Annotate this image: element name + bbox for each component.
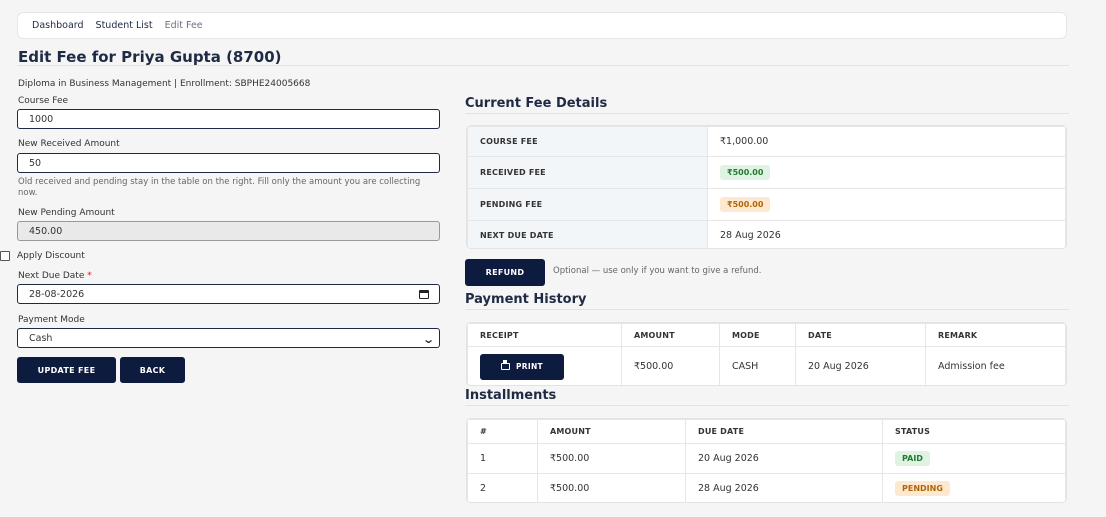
new-received-value: 50 (29, 157, 42, 169)
column-header: MODE (719, 323, 796, 347)
installment-status: PAID (882, 443, 1066, 474)
fee-details-divider (465, 113, 1069, 114)
breadcrumb-edit-fee: Edit Fee (164, 20, 203, 31)
chevron-down-icon: ⌄ (421, 333, 435, 346)
refund-button[interactable]: REFUND (465, 259, 545, 286)
print-button[interactable]: PRINT (480, 353, 564, 380)
fee-label: RECEIVED FEE (467, 156, 708, 189)
payment-mode-value: Cash (29, 332, 53, 344)
new-pending-label: New Pending Amount (18, 208, 115, 218)
breadcrumb-student-list[interactable]: Student List (96, 20, 153, 31)
column-header: RECEIPT (467, 323, 622, 347)
fee-row-course: COURSE FEE ₹1,000.00 (467, 126, 1066, 157)
payment-mode-select[interactable]: Cash ⌄ (17, 328, 440, 348)
apply-discount-row[interactable]: Apply Discount (0, 251, 85, 261)
payment-history-divider (465, 309, 1069, 310)
new-received-hint: Old received and pending stay in the tab… (18, 177, 421, 198)
fee-row-pending: PENDING FEE ₹500.00 (467, 188, 1066, 221)
status-badge: PAID (895, 451, 930, 466)
refund-note: Optional — use only if you want to give … (553, 266, 762, 276)
table-row: 2 ₹500.00 28 Aug 2026 PENDING (467, 473, 1066, 502)
course-fee-label: Course Fee (18, 96, 69, 106)
installment-number: 1 (467, 443, 538, 474)
enrollment-meta: Diploma in Business Management | Enrollm… (18, 79, 311, 89)
installment-due: 20 Aug 2026 (685, 443, 883, 474)
installment-number: 2 (467, 473, 538, 502)
pending-badge: ₹500.00 (720, 197, 771, 212)
apply-discount-checkbox[interactable] (0, 251, 10, 261)
fee-row-due: NEXT DUE DATE 28 Aug 2026 (467, 220, 1066, 248)
column-header: DATE (795, 323, 926, 347)
table-row: 1 ₹500.00 20 Aug 2026 PAID (467, 443, 1066, 474)
payment-header-row: RECEIPT AMOUNT MODE DATE REMARK (467, 323, 1066, 347)
column-header: REMARK (925, 323, 1066, 347)
payment-history-title: Payment History (465, 292, 587, 307)
fee-label: COURSE FEE (467, 126, 708, 157)
print-label: PRINT (516, 362, 543, 371)
installment-due: 28 Aug 2026 (685, 473, 883, 502)
fee-details-title: Current Fee Details (465, 96, 608, 111)
new-pending-input: 450.00 (17, 221, 440, 241)
due-date-input[interactable]: 28-08-2026 (17, 284, 440, 304)
title-divider (17, 65, 1069, 66)
due-date-label-text: Next Due Date (18, 271, 85, 281)
mode-cell: CASH (719, 346, 796, 385)
due-date-value: 28-08-2026 (29, 288, 85, 300)
installments-divider (465, 405, 1069, 406)
amount-cell: ₹500.00 (621, 346, 720, 385)
fee-value: ₹500.00 (707, 156, 1066, 189)
installments-header-row: # AMOUNT DUE DATE STATUS (467, 419, 1066, 444)
payment-history-card: RECEIPT AMOUNT MODE DATE REMARK PRINT ₹5… (466, 322, 1067, 386)
apply-discount-label: Apply Discount (17, 251, 85, 261)
installments-table: # AMOUNT DUE DATE STATUS 1 ₹500.00 20 Au… (467, 419, 1066, 502)
printer-icon (501, 360, 511, 370)
installments-card: # AMOUNT DUE DATE STATUS 1 ₹500.00 20 Au… (466, 418, 1067, 503)
installments-title: Installments (465, 388, 557, 403)
remark-cell: Admission fee (925, 346, 1066, 385)
column-header: AMOUNT (621, 323, 720, 347)
fee-details-card: COURSE FEE ₹1,000.00 RECEIVED FEE ₹500.0… (466, 125, 1067, 249)
new-pending-value: 450.00 (29, 225, 63, 237)
update-fee-button[interactable]: UPDATE FEE (17, 357, 116, 383)
fee-row-received: RECEIVED FEE ₹500.00 (467, 156, 1066, 189)
due-date-label: Next Due Date * (18, 271, 92, 281)
fee-value: ₹1,000.00 (707, 126, 1066, 157)
date-cell: 20 Aug 2026 (795, 346, 926, 385)
fee-details-table: COURSE FEE ₹1,000.00 RECEIVED FEE ₹500.0… (467, 126, 1066, 248)
table-row: PRINT ₹500.00 CASH 20 Aug 2026 Admission… (467, 346, 1066, 385)
receipt-cell: PRINT (467, 346, 622, 385)
calendar-icon[interactable] (419, 290, 429, 299)
column-header: STATUS (882, 419, 1066, 444)
column-header: # (467, 419, 538, 444)
back-button[interactable]: BACK (120, 357, 185, 383)
breadcrumb: Dashboard Student List Edit Fee (17, 12, 1067, 39)
breadcrumb-dashboard[interactable]: Dashboard (32, 20, 84, 31)
column-header: AMOUNT (537, 419, 686, 444)
installment-amount: ₹500.00 (537, 443, 686, 474)
required-mark: * (87, 271, 92, 281)
page-title: Edit Fee for Priya Gupta (8700) (18, 48, 282, 66)
status-badge: PENDING (895, 481, 950, 496)
payment-history-table: RECEIPT AMOUNT MODE DATE REMARK PRINT ₹5… (467, 323, 1066, 385)
installment-amount: ₹500.00 (537, 473, 686, 502)
course-fee-input[interactable]: 1000 (17, 109, 440, 129)
fee-label: NEXT DUE DATE (467, 220, 708, 248)
fee-value: ₹500.00 (707, 188, 1066, 221)
payment-mode-label: Payment Mode (18, 315, 85, 325)
fee-label: PENDING FEE (467, 188, 708, 221)
installment-status: PENDING (882, 473, 1066, 502)
column-header: DUE DATE (685, 419, 883, 444)
new-received-label: New Received Amount (18, 139, 120, 149)
fee-value: 28 Aug 2026 (707, 220, 1066, 248)
course-fee-value: 1000 (29, 113, 54, 125)
received-badge: ₹500.00 (720, 165, 771, 180)
new-received-input[interactable]: 50 (17, 153, 440, 173)
